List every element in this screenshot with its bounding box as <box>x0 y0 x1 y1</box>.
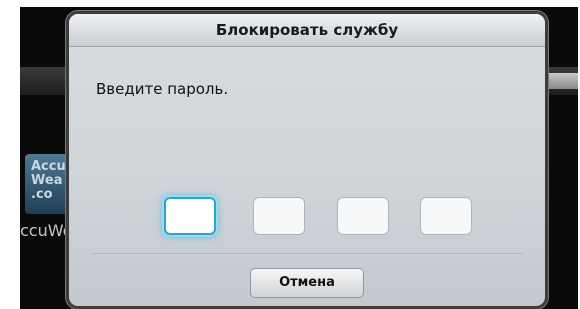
dialog-divider <box>91 253 523 254</box>
dialog-message: Введите пароль. <box>96 80 229 98</box>
lock-service-dialog: Блокировать службу Введите пароль. Отмен… <box>69 14 545 306</box>
pin-digit-3[interactable] <box>337 197 389 235</box>
pin-digit-1[interactable] <box>164 197 216 235</box>
dialog-title: Блокировать службу <box>69 14 545 47</box>
pin-digit-2[interactable] <box>253 197 305 235</box>
background-app-caption: ccuWe <box>20 221 73 240</box>
cancel-button[interactable]: Отмена <box>250 268 364 298</box>
pin-digit-4[interactable] <box>420 197 472 235</box>
